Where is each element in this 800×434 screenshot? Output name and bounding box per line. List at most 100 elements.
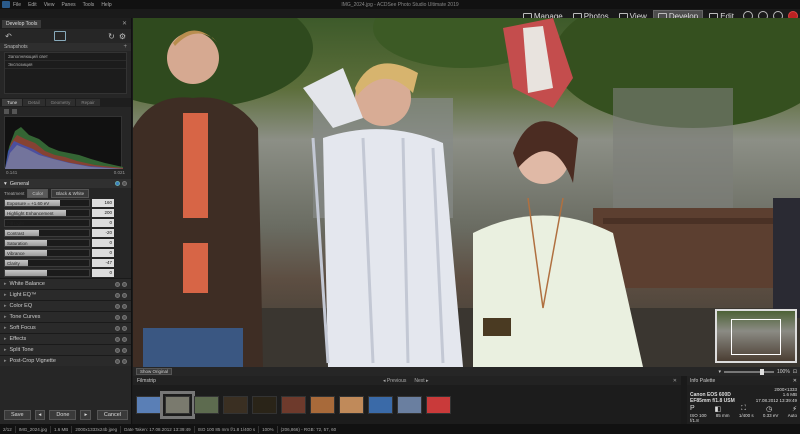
reset-dot-icon[interactable] xyxy=(122,292,127,298)
clip-highlights-icon[interactable] xyxy=(12,108,17,114)
toggle-icon[interactable] xyxy=(115,303,120,309)
adjust-slider[interactable]: Clarity xyxy=(4,259,90,267)
reset-dot-icon[interactable] xyxy=(122,303,127,309)
close-icon[interactable]: ✕ xyxy=(122,20,127,27)
slider-label: Vibrance xyxy=(7,251,25,256)
photo-canvas[interactable] xyxy=(133,18,800,367)
slider-value[interactable]: 0 xyxy=(92,239,114,247)
histogram-graph xyxy=(5,127,123,169)
slider-value[interactable]: -20 xyxy=(92,229,114,237)
reset-icon[interactable]: ↻ xyxy=(107,32,116,41)
prev-icon[interactable]: ◂ xyxy=(34,410,46,420)
snapshot-item[interactable]: Экспозиция xyxy=(5,61,126,69)
toggle-icon[interactable] xyxy=(115,281,120,287)
plus-icon[interactable]: + xyxy=(123,44,127,50)
cancel-button[interactable]: Cancel xyxy=(96,410,128,420)
next-button[interactable]: Next ▸ xyxy=(414,378,428,384)
close-icon[interactable]: ✕ xyxy=(673,378,677,384)
toggle-icon[interactable] xyxy=(115,347,120,353)
adjust-slider[interactable] xyxy=(4,269,90,277)
adjust-slider[interactable]: Exposure = +1.60 eV xyxy=(4,199,90,207)
done-button[interactable]: Done xyxy=(49,410,77,420)
filmstrip-thumbnail[interactable] xyxy=(368,395,393,414)
slider-value[interactable]: 0 xyxy=(92,249,114,257)
toggle-icon[interactable] xyxy=(115,314,120,320)
menu-tools[interactable]: Tools xyxy=(83,2,95,8)
save-button[interactable]: Save xyxy=(4,410,31,420)
reset-dot-icon[interactable] xyxy=(122,347,127,353)
zoom-knob[interactable] xyxy=(760,368,764,375)
snapshot-item[interactable]: Заполняющий свет xyxy=(5,53,126,61)
filmstrip-thumbnail[interactable] xyxy=(426,395,451,414)
menu-panes[interactable]: Panes xyxy=(61,2,75,8)
section-general[interactable]: ▾ General xyxy=(0,179,131,188)
adjust-slider[interactable]: Saturation xyxy=(4,239,90,247)
status-date: Date Taken: 17.08.2012 13:39:49 xyxy=(124,426,191,432)
slider-value[interactable]: 0 xyxy=(92,269,114,277)
filmstrip-thumbnail[interactable] xyxy=(339,395,364,414)
filmstrip-thumbnail[interactable] xyxy=(310,395,335,414)
tab-detail[interactable]: Detail xyxy=(23,99,45,106)
slider-value[interactable]: 160 xyxy=(92,199,114,207)
filmstrip-thumbnail[interactable] xyxy=(136,395,161,414)
reset-dot-icon[interactable] xyxy=(122,281,127,287)
develop-mode-icon[interactable] xyxy=(54,31,66,41)
menu-edit[interactable]: Edit xyxy=(28,2,37,8)
zoom-out-icon[interactable]: ▾ xyxy=(718,369,721,375)
toggle-icon[interactable] xyxy=(115,292,120,298)
toggle-icon[interactable] xyxy=(115,358,120,364)
back-icon[interactable]: ↶ xyxy=(4,32,13,41)
tab-develop-tools[interactable]: Develop Tools xyxy=(2,19,42,28)
slider-value[interactable]: 200 xyxy=(92,209,114,217)
reset-dot-icon[interactable] xyxy=(122,325,127,331)
treatment-color-button[interactable]: Color xyxy=(27,188,49,198)
section-white-balance[interactable]: ▸ White Balance xyxy=(0,278,131,289)
filmstrip-thumbnail[interactable] xyxy=(281,395,306,414)
previous-button[interactable]: ◂ Previous xyxy=(383,378,406,384)
info-focal: 85 mm xyxy=(715,413,730,418)
reset-dot-icon[interactable] xyxy=(122,336,127,342)
navigator-thumbnail[interactable] xyxy=(715,309,797,363)
treatment-bw-button[interactable]: Black & White xyxy=(51,188,90,198)
clip-shadows-icon[interactable] xyxy=(4,108,9,114)
adjust-slider[interactable]: Contrast xyxy=(4,229,90,237)
slider-value[interactable]: 0 xyxy=(92,219,114,227)
toggle-icon[interactable] xyxy=(115,181,120,186)
gear-icon[interactable]: ⚙ xyxy=(118,32,127,41)
reset-dot-icon[interactable] xyxy=(122,314,127,320)
section-effects[interactable]: ▸ Effects xyxy=(0,333,131,344)
adjust-slider[interactable]: Vibrance xyxy=(4,249,90,257)
filmstrip-thumbnail[interactable] xyxy=(252,395,277,414)
zoom-level[interactable]: 100% xyxy=(777,369,790,375)
adjust-slider[interactable]: Highlight Enhancement xyxy=(4,209,90,217)
tab-tune[interactable]: Tune xyxy=(2,99,23,106)
menu-file[interactable]: File xyxy=(13,2,21,8)
tab-repair[interactable]: Repair xyxy=(76,99,100,106)
section-post-crop-vignette[interactable]: ▸ Post-Crop Vignette xyxy=(0,355,131,366)
menu-help[interactable]: Help xyxy=(101,2,111,8)
toggle-icon[interactable] xyxy=(115,325,120,331)
snapshots-header[interactable]: Snapshots + xyxy=(0,43,131,51)
section-light-eq-[interactable]: ▸ Light EQ™ xyxy=(0,289,131,300)
filmstrip-thumbnail[interactable] xyxy=(397,395,422,414)
close-icon[interactable]: ✕ xyxy=(793,378,797,384)
reset-dot-icon[interactable] xyxy=(122,358,127,364)
section-soft-focus[interactable]: ▸ Soft Focus xyxy=(0,322,131,333)
filmstrip-thumbnail[interactable] xyxy=(194,395,219,414)
show-original-button[interactable]: Show Original xyxy=(136,368,173,375)
zoom-fit-icon[interactable]: ⊡ xyxy=(793,369,797,375)
section-tone-curves[interactable]: ▸ Tone Curves xyxy=(0,311,131,322)
adjust-slider[interactable]: Fill Light xyxy=(4,219,90,227)
toggle-icon[interactable] xyxy=(115,336,120,342)
navigator-viewport[interactable] xyxy=(731,319,781,355)
filmstrip-thumbnail[interactable] xyxy=(223,395,248,414)
next-icon[interactable]: ▸ xyxy=(80,410,92,420)
slider-value[interactable]: -47 xyxy=(92,259,114,267)
zoom-slider[interactable] xyxy=(724,368,774,375)
menu-view[interactable]: View xyxy=(44,2,55,8)
tab-geometry[interactable]: Geometry xyxy=(45,99,76,106)
section-split-tone[interactable]: ▸ Split Tone xyxy=(0,344,131,355)
filmstrip-thumbnail[interactable] xyxy=(160,390,195,419)
section-color-eq[interactable]: ▸ Color EQ xyxy=(0,300,131,311)
reset-dot-icon[interactable] xyxy=(122,181,127,186)
